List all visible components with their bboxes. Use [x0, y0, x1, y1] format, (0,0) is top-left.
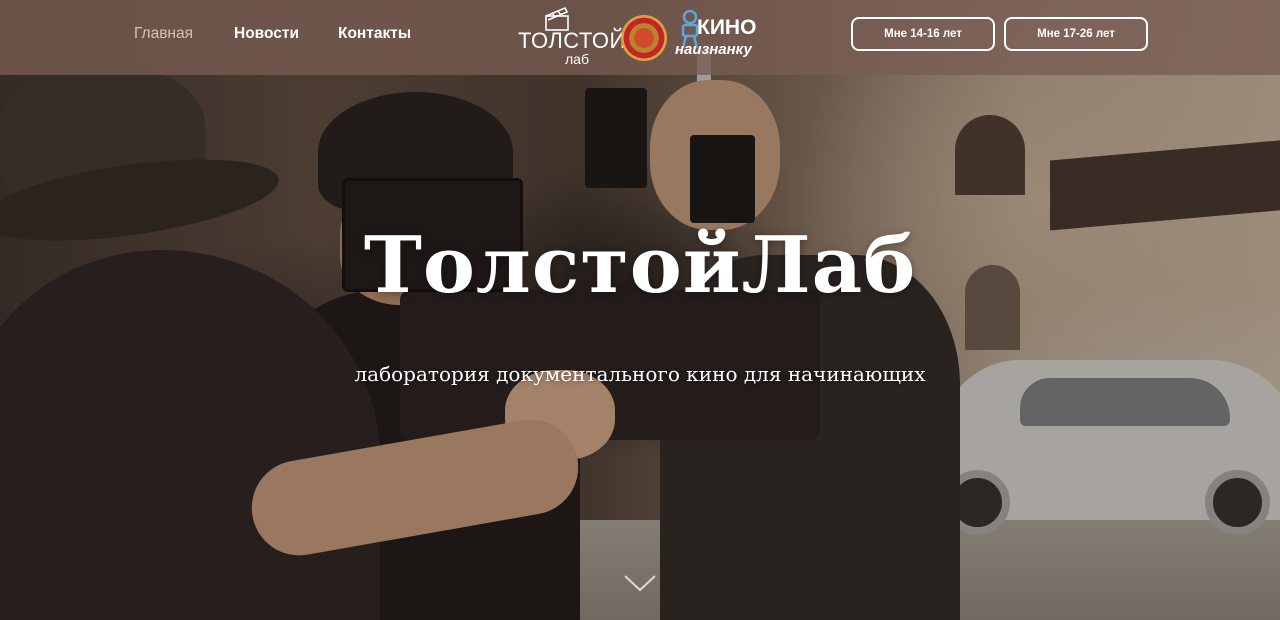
chevron-down-icon[interactable] [622, 572, 658, 596]
nav-item-home[interactable]: Главная [134, 25, 193, 43]
tolstoy-logo-subtext: лаб [565, 51, 589, 67]
hero-subtitle: лаборатория документального кино для нач… [354, 362, 926, 386]
site-header: Главная Новости Контакты ТОЛСТОЙ лаб КИН… [0, 0, 1280, 75]
hero-title: ТолстойЛаб [363, 220, 917, 311]
kino-logo-subtext: наизнанку [675, 41, 752, 58]
nav-item-news[interactable]: Новости [234, 25, 299, 43]
emblem-seal-icon [621, 15, 667, 61]
nav-item-contacts[interactable]: Контакты [338, 25, 411, 43]
partner-logos[interactable]: ТОЛСТОЙ лаб КИНО наизнанку [515, 4, 765, 70]
age-17-26-button[interactable]: Мне 17-26 лет [1004, 17, 1148, 51]
age-14-16-button[interactable]: Мне 14-16 лет [851, 17, 995, 51]
kino-logo-text: КИНО [697, 16, 757, 39]
